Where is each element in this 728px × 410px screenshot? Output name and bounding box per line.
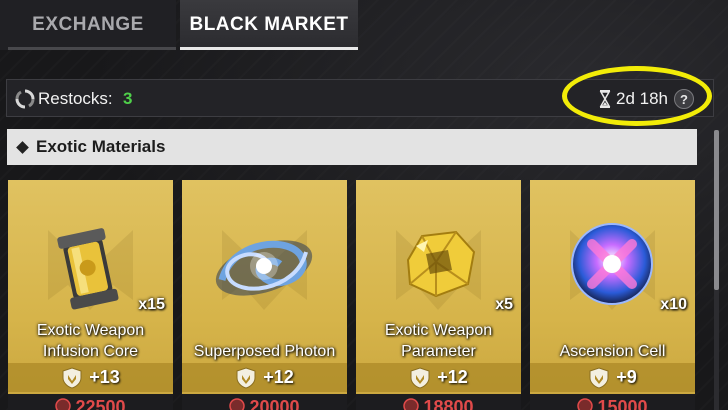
price-row: 22500 [8,394,173,410]
shield-icon [410,366,430,389]
item-card[interactable]: x5 Exotic Weapon Parameter +12 18800 [356,180,521,410]
boost-bar: +9 [530,363,695,392]
item-quantity: x5 [495,296,513,313]
item-name-line2: Ascension Cell [559,343,666,360]
section-title: Exotic Materials [36,137,166,156]
item-name-line1: Exotic Weapon [36,322,145,339]
highlight-annotation [562,66,712,126]
scrollbar[interactable] [714,130,719,410]
item-quantity: x10 [660,296,687,313]
item-quantity: x15 [138,296,165,313]
shield-icon [62,366,82,389]
item-name-line2: Superposed Photon [193,343,336,360]
coin-icon [229,398,246,410]
price-value: 22500 [75,397,126,410]
scroll-thumb[interactable] [714,130,719,290]
boost-value: +9 [616,367,637,387]
tab-bar: EXCHANGE BLACK MARKET [0,0,728,50]
price-row: 18800 [356,394,521,410]
boost-value: +12 [437,367,468,387]
boost-bar: +13 [8,363,173,392]
shield-icon [589,366,609,389]
shield-icon [236,366,256,389]
item-name-line2: Infusion Core [42,343,139,360]
item-name-line1: Exotic Weapon [384,322,493,339]
item-card[interactable]: Superposed Photon +12 20000 [182,180,347,410]
tab-black-market[interactable]: BLACK MARKET [180,0,358,50]
item-name-line2: Parameter [401,343,476,360]
item-card[interactable]: x15 Exotic Weapon Infusion Core +13 2250… [8,180,173,410]
diamond-icon [16,140,29,154]
refresh-icon [15,89,35,109]
coin-icon [403,398,420,410]
boost-value: +12 [263,367,294,387]
price-value: 15000 [597,397,648,410]
boost-bar: +12 [356,363,521,392]
price-row: 20000 [182,394,347,410]
galaxy-icon [215,240,313,296]
price-value: 18800 [423,397,474,410]
price-value: 20000 [249,397,300,410]
restock-label: Restocks: [38,89,113,108]
item-card[interactable]: x10 Ascension Cell +9 15000 [530,180,695,410]
boost-bar: +12 [182,363,347,392]
coin-icon [55,398,72,410]
section-header: Exotic Materials [7,129,697,165]
restock-count: 3 [123,89,133,108]
price-row: 15000 [530,394,695,410]
tab-exchange[interactable]: EXCHANGE [0,0,176,50]
coin-icon [577,398,594,410]
boost-value: +13 [89,367,120,387]
